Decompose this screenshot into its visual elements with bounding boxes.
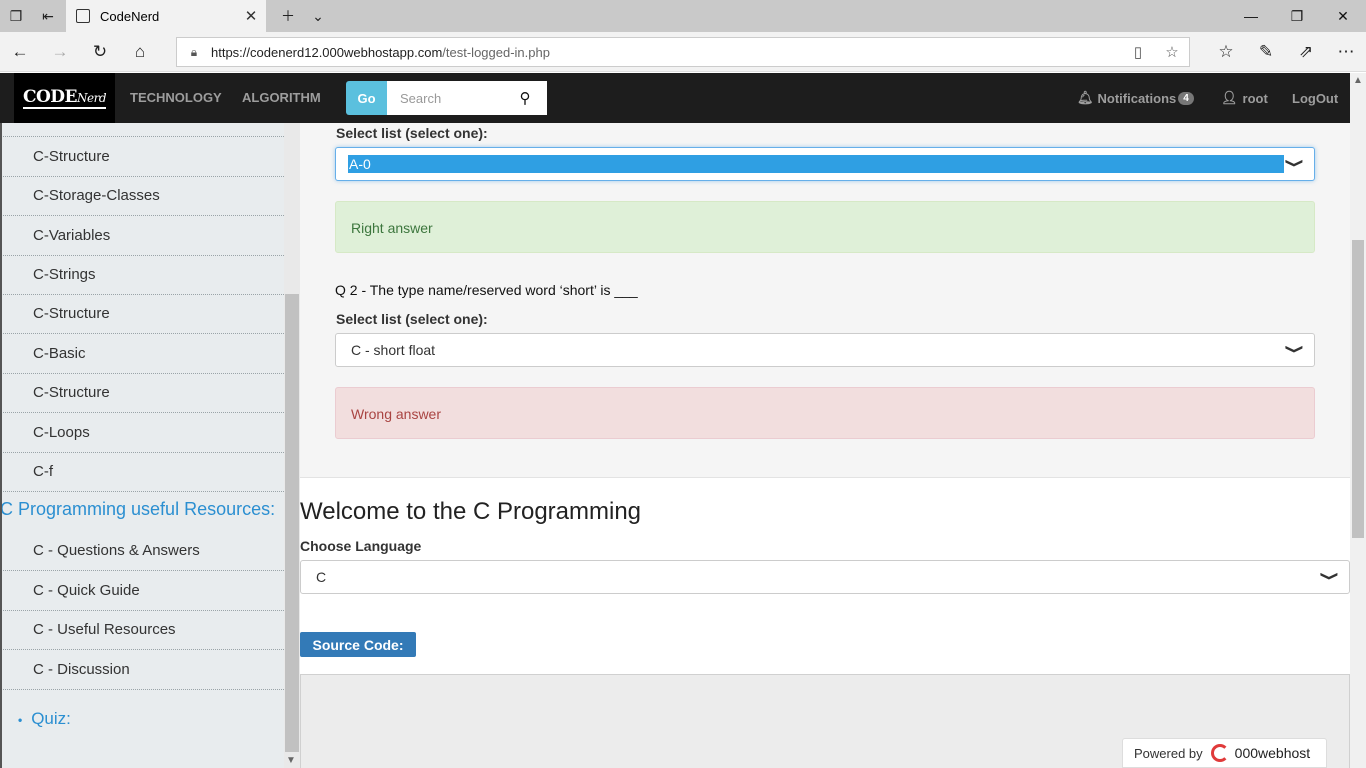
scroll-down-icon[interactable]: ▼ bbox=[286, 755, 296, 766]
sidebar-item[interactable]: C-Variables bbox=[0, 217, 284, 256]
reading-view-icon[interactable]: ▯ bbox=[1121, 43, 1155, 61]
sidebar-scrollbar[interactable]: ▼ bbox=[284, 123, 300, 768]
close-tab-icon[interactable]: ✕ bbox=[236, 7, 266, 25]
chevron-down-icon: ❯ bbox=[1285, 157, 1305, 169]
share-icon[interactable]: ⇗ bbox=[1286, 32, 1326, 72]
main-content: Select list (select one): A-0 ❯ Right an… bbox=[300, 123, 1350, 768]
restore-icon[interactable]: ❐ bbox=[1274, 0, 1320, 32]
tab-list-chevron-icon[interactable]: ⌄ bbox=[302, 0, 334, 32]
favorite-star-icon[interactable]: ☆ bbox=[1155, 43, 1189, 61]
resource-item[interactable]: C - Discussion bbox=[0, 651, 284, 690]
sidebar-item[interactable]: C-Structure bbox=[0, 138, 284, 177]
url-text: https://codenerd12.000webhostapp.com/tes… bbox=[211, 44, 550, 60]
quiz-link[interactable]: • Quiz: bbox=[18, 709, 71, 729]
sidebar-item[interactable]: C-Storage-Classes bbox=[0, 177, 284, 216]
browser-tab-bar: ❐ ⇤ CodeNerd ✕ ＋ ⌄ — ❐ ✕ bbox=[0, 0, 1366, 32]
user-link[interactable]: 👤︎ root bbox=[1221, 73, 1268, 123]
resource-item[interactable]: C - Useful Resources bbox=[0, 611, 284, 650]
notifications-link[interactable]: 🔔︎ Notifications 4 bbox=[1077, 73, 1194, 123]
search-icon[interactable]: ⚲ bbox=[507, 89, 543, 107]
site-navbar: CODENerd TECHNOLOGY ALGORITHM Go ⚲ 🔔︎ No… bbox=[0, 73, 1350, 123]
powered-by-badge[interactable]: Powered by 000webhost bbox=[1122, 738, 1327, 768]
bullet-icon: • bbox=[18, 713, 23, 727]
sidebar-item[interactable]: C-Loops bbox=[0, 414, 284, 453]
address-bar-row: ← → ↻ ⌂ 🔒︎ https://codenerd12.000webhost… bbox=[0, 32, 1366, 72]
search-input[interactable] bbox=[387, 90, 507, 106]
sidebar-item[interactable]: C-Structure bbox=[0, 295, 284, 334]
minimize-icon[interactable]: — bbox=[1228, 0, 1274, 32]
page-scroll-thumb[interactable] bbox=[1352, 240, 1364, 538]
sidebar-item[interactable]: C-Strings bbox=[0, 256, 284, 295]
home-icon[interactable]: ⌂ bbox=[120, 32, 160, 72]
page-scrollbar[interactable]: ▲ bbox=[1350, 73, 1366, 768]
site-logo[interactable]: CODENerd bbox=[14, 73, 115, 123]
powered-by-text: Powered by bbox=[1134, 745, 1203, 761]
q2-question: Q 2 - The type name/reserved word ‘short… bbox=[335, 282, 638, 298]
new-tab-icon[interactable]: ＋ bbox=[272, 0, 304, 32]
q1-select-label: Select list (select one): bbox=[336, 125, 488, 141]
webhost-logo-icon bbox=[1210, 744, 1229, 762]
browser-tab[interactable]: CodeNerd ✕ bbox=[66, 0, 266, 32]
set-aside-tabs-icon[interactable]: ⇤ bbox=[32, 0, 64, 32]
sidebar-item[interactable]: C-Basic bbox=[0, 335, 284, 374]
forward-icon[interactable]: → bbox=[40, 32, 80, 72]
sidebar-item[interactable]: C-f bbox=[0, 453, 284, 492]
notifications-badge: 4 bbox=[1178, 91, 1194, 105]
sidebar-item[interactable]: C-Structure bbox=[0, 374, 284, 413]
url-field[interactable]: 🔒︎ https://codenerd12.000webhostapp.com/… bbox=[176, 37, 1190, 67]
back-icon[interactable]: ← bbox=[0, 32, 40, 72]
sidebar-scroll-thumb[interactable] bbox=[285, 294, 299, 752]
nav-algorithm[interactable]: ALGORITHM bbox=[242, 73, 321, 123]
close-window-icon[interactable]: ✕ bbox=[1320, 0, 1366, 32]
window-controls: — ❐ ✕ bbox=[1228, 0, 1366, 32]
lock-icon: 🔒︎ bbox=[190, 44, 198, 59]
chevron-down-icon: ❯ bbox=[1285, 343, 1305, 355]
chevron-down-icon: ❯ bbox=[1320, 570, 1340, 582]
favorites-icon[interactable]: ☆ bbox=[1206, 32, 1246, 72]
user-icon: 👤︎ bbox=[1221, 90, 1238, 105]
left-edge-divider bbox=[0, 123, 2, 768]
logout-link[interactable]: LogOut bbox=[1292, 73, 1338, 123]
resources-heading: C Programming useful Resources: bbox=[0, 499, 276, 519]
tab-title: CodeNerd bbox=[100, 8, 160, 24]
refresh-icon[interactable]: ↻ bbox=[80, 32, 120, 72]
q2-select-label: Select list (select one): bbox=[336, 311, 488, 327]
search-box: ⚲ bbox=[387, 81, 547, 115]
notifications-label: Notifications bbox=[1097, 90, 1177, 106]
web-notes-icon[interactable]: ✎ bbox=[1246, 32, 1286, 72]
nav-technology[interactable]: TECHNOLOGY bbox=[130, 73, 222, 123]
sidebar-item-partial[interactable] bbox=[0, 123, 284, 137]
choose-language-label: Choose Language bbox=[300, 538, 422, 554]
quiz-panel: Select list (select one): A-0 ❯ Right an… bbox=[300, 123, 1350, 478]
q1-selected-option: A-0 bbox=[348, 155, 1284, 173]
bell-icon: 🔔︎ bbox=[1077, 90, 1094, 105]
page-favicon-icon bbox=[76, 9, 90, 23]
scroll-up-icon[interactable]: ▲ bbox=[1353, 75, 1363, 86]
sidebar: C-Structure C-Storage-Classes C-Variable… bbox=[0, 123, 284, 768]
q2-answer-select[interactable]: C - short float ❯ bbox=[335, 333, 1315, 367]
source-code-label: Source Code: bbox=[300, 632, 416, 657]
host-brand: 000webhost bbox=[1210, 744, 1310, 762]
go-button[interactable]: Go bbox=[346, 81, 387, 115]
tab-actions-icon[interactable]: ❐ bbox=[0, 0, 32, 32]
user-name: root bbox=[1242, 90, 1268, 106]
resource-item[interactable]: C - Quick Guide bbox=[0, 572, 284, 611]
q2-result-alert: Wrong answer bbox=[335, 387, 1315, 439]
q1-result-alert: Right answer bbox=[335, 201, 1315, 253]
language-selected-option: C bbox=[316, 569, 327, 585]
page-title: Welcome to the C Programming bbox=[300, 498, 642, 525]
more-icon[interactable]: ⋯ bbox=[1326, 32, 1366, 72]
language-select[interactable]: C ❯ bbox=[300, 560, 1350, 594]
resource-item[interactable]: C - Questions & Answers bbox=[0, 532, 284, 571]
q2-selected-option: C - short float bbox=[351, 342, 436, 358]
q1-answer-select[interactable]: A-0 ❯ bbox=[335, 147, 1315, 181]
